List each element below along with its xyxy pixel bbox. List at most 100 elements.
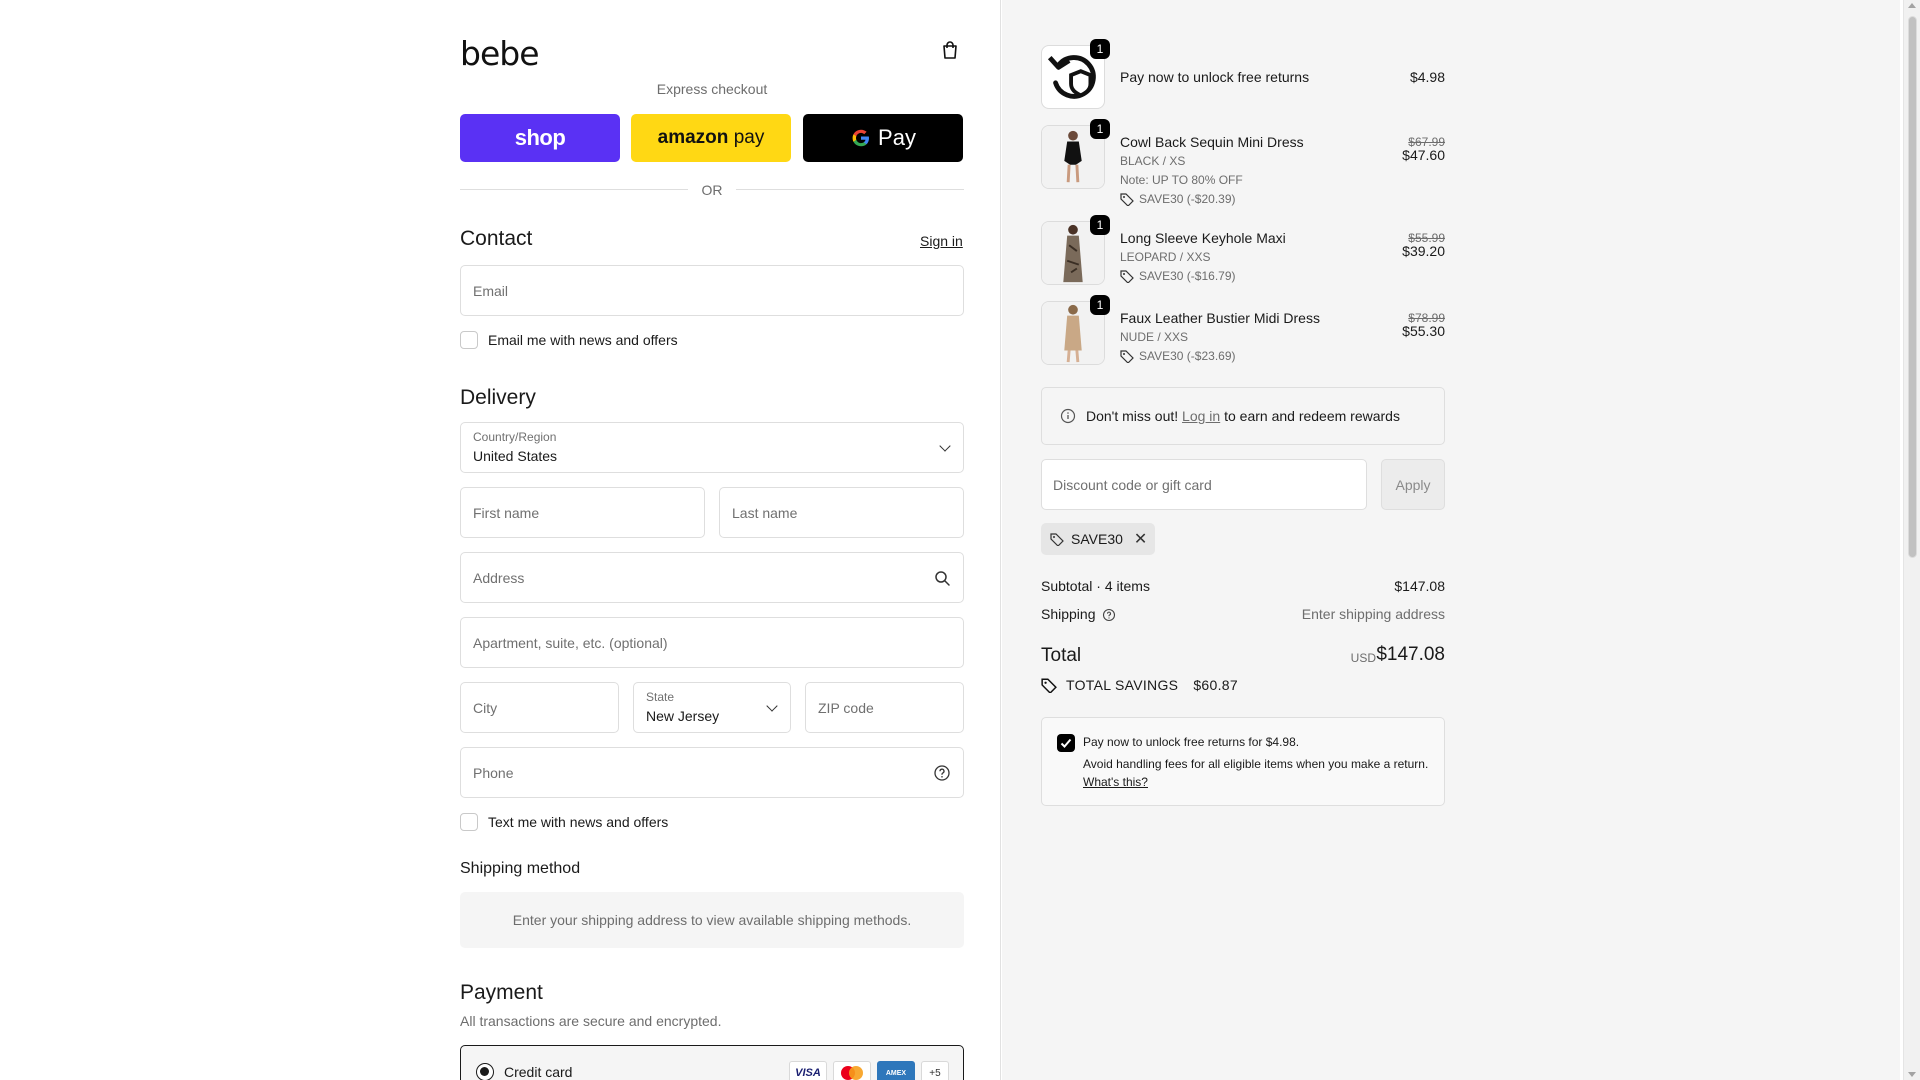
rewards-post: to earn and redeem rewards xyxy=(1224,408,1400,424)
item-variant: NUDE / XXS xyxy=(1120,330,1189,344)
email-news-checkbox-row[interactable]: Email me with news and offers xyxy=(460,331,678,349)
credit-card-option[interactable]: Credit card VISA AMEX +5 xyxy=(460,1045,964,1080)
amazon-pay-label: pay xyxy=(733,127,765,148)
quantity-badge: 1 xyxy=(1090,215,1110,235)
contact-heading: Contact xyxy=(460,227,533,250)
shopping-bag-icon[interactable] xyxy=(940,40,960,60)
last-name-placeholder: Last name xyxy=(732,505,798,521)
item-discount: SAVE30 (-$16.79) xyxy=(1120,269,1236,283)
address-field[interactable]: Address xyxy=(460,552,964,603)
whats-this-link[interactable]: What's this? xyxy=(1083,775,1148,789)
address-placeholder: Address xyxy=(473,570,525,586)
savings-label: TOTAL SAVINGS xyxy=(1066,677,1179,693)
email-field[interactable]: Email xyxy=(460,265,964,316)
shipping-method-message: Enter your shipping address to view avai… xyxy=(460,892,964,948)
shop-pay-label: shop xyxy=(514,125,566,150)
item-name: Faux Leather Bustier Midi Dress xyxy=(1120,310,1320,326)
delivery-heading: Delivery xyxy=(460,386,536,409)
savings-value: $60.87 xyxy=(1193,677,1238,693)
quantity-badge: 1 xyxy=(1090,295,1110,315)
email-placeholder: Email xyxy=(473,283,509,299)
scroll-down-arrow-icon[interactable] xyxy=(1908,1072,1916,1077)
text-news-checkbox-row[interactable]: Text me with news and offers xyxy=(460,813,668,831)
payment-heading: Payment xyxy=(460,981,543,1004)
order-item: 1 Faux Leather Bustier Midi Dress NUDE /… xyxy=(1041,295,1445,367)
page-scrollbar[interactable] xyxy=(1903,0,1920,1080)
subtotal-label: Subtotal · 4 items xyxy=(1041,578,1150,594)
chevron-down-icon xyxy=(766,700,778,712)
amazon-pay-button[interactable]: amazon pay xyxy=(631,114,791,162)
zip-field[interactable]: ZIP code xyxy=(805,682,964,733)
tag-icon xyxy=(1041,678,1057,693)
city-placeholder: City xyxy=(473,700,498,716)
country-value: United States xyxy=(473,448,558,464)
divider-right xyxy=(736,189,964,190)
item-price: $39.20 xyxy=(1402,243,1445,259)
item-discount: SAVE30 (-$23.69) xyxy=(1120,349,1236,363)
apply-button[interactable]: Apply xyxy=(1381,459,1445,510)
rewards-banner: Don't miss out! Log in to earn and redee… xyxy=(1041,387,1445,445)
city-field[interactable]: City xyxy=(460,682,619,733)
item-discount: SAVE30 (-$20.39) xyxy=(1120,192,1236,206)
country-select[interactable]: Country/Region United States xyxy=(460,422,964,473)
help-circle-icon[interactable] xyxy=(1102,608,1116,622)
sign-in-link[interactable]: Sign in xyxy=(920,233,963,249)
shipping-row: Shipping Enter shipping address xyxy=(1041,606,1445,622)
text-news-label: Text me with news and offers xyxy=(488,814,669,830)
phone-field[interactable]: Phone xyxy=(460,747,964,798)
last-name-field[interactable]: Last name xyxy=(719,487,964,538)
chevron-down-icon xyxy=(939,440,951,452)
total-currency: USD xyxy=(1350,651,1376,665)
free-returns-checkbox[interactable] xyxy=(1057,734,1075,752)
shop-pay-button[interactable]: shop xyxy=(460,114,620,162)
item-price: $55.30 xyxy=(1402,323,1445,339)
log-in-link[interactable]: Log in xyxy=(1182,408,1220,424)
item-name: Pay now to unlock free returns xyxy=(1120,69,1310,85)
shipping-label: Shipping xyxy=(1041,606,1096,622)
discount-code-input[interactable]: Discount code or gift card xyxy=(1041,459,1367,510)
subtotal-row: Subtotal · 4 items $147.08 xyxy=(1041,578,1445,594)
payment-subtitle: All transactions are secure and encrypte… xyxy=(460,1013,722,1029)
zip-placeholder: ZIP code xyxy=(818,700,874,716)
checkout-main: bebe Express checkout shop amazon pay Pa… xyxy=(0,0,1001,1080)
item-variant: BLACK / XS xyxy=(1120,154,1186,168)
search-icon[interactable] xyxy=(933,569,951,587)
upsell-line-1: Pay now to unlock free returns for $4.98… xyxy=(1083,735,1300,749)
order-item: 1 Long Sleeve Keyhole Maxi LEOPARD / XXS… xyxy=(1041,215,1445,287)
apartment-field[interactable]: Apartment, suite, etc. (optional) xyxy=(460,617,964,668)
state-value: New Jersey xyxy=(646,708,720,724)
state-select[interactable]: State New Jersey xyxy=(633,682,791,733)
credit-card-label: Credit card xyxy=(504,1064,573,1080)
discount-placeholder: Discount code or gift card xyxy=(1053,477,1212,493)
google-pay-label: Pay xyxy=(878,125,916,150)
divider-left xyxy=(460,189,688,190)
total-savings: TOTAL SAVINGS $60.87 xyxy=(1041,677,1238,693)
tag-icon xyxy=(1050,533,1064,546)
rewards-pre: Don't miss out! xyxy=(1086,408,1179,424)
google-pay-button[interactable]: Pay xyxy=(803,114,963,162)
credit-card-radio[interactable] xyxy=(476,1063,494,1080)
help-circle-icon[interactable] xyxy=(933,764,951,782)
item-price: $47.60 xyxy=(1402,147,1445,163)
applied-code-chip: SAVE30 ✕ xyxy=(1041,523,1155,555)
amazon-label: amazon xyxy=(657,127,729,148)
item-discount-label: SAVE30 (-$16.79) xyxy=(1139,269,1236,283)
subtotal-value: $147.08 xyxy=(1394,578,1445,594)
item-name: Cowl Back Sequin Mini Dress xyxy=(1120,134,1304,150)
checkmark-icon xyxy=(1060,738,1072,748)
email-news-label: Email me with news and offers xyxy=(488,332,678,348)
scroll-up-arrow-icon[interactable] xyxy=(1908,3,1916,8)
upsell-line-2: Avoid handling fees for all eligible ite… xyxy=(1083,757,1429,771)
text-news-checkbox[interactable] xyxy=(460,813,478,831)
card-logos: VISA AMEX +5 xyxy=(789,1061,949,1080)
tag-icon xyxy=(1120,270,1134,283)
first-name-field[interactable]: First name xyxy=(460,487,705,538)
item-discount-label: SAVE30 (-$23.69) xyxy=(1139,349,1236,363)
email-news-checkbox[interactable] xyxy=(460,331,478,349)
shipping-value: Enter shipping address xyxy=(1301,606,1445,622)
remove-code-icon[interactable]: ✕ xyxy=(1134,529,1147,549)
order-item: 1 Pay now to unlock free returns $4.98 xyxy=(1041,39,1445,111)
brand-logo[interactable]: bebe xyxy=(460,34,539,73)
scrollbar-thumb[interactable] xyxy=(1908,16,1917,558)
state-label: State xyxy=(646,690,675,704)
